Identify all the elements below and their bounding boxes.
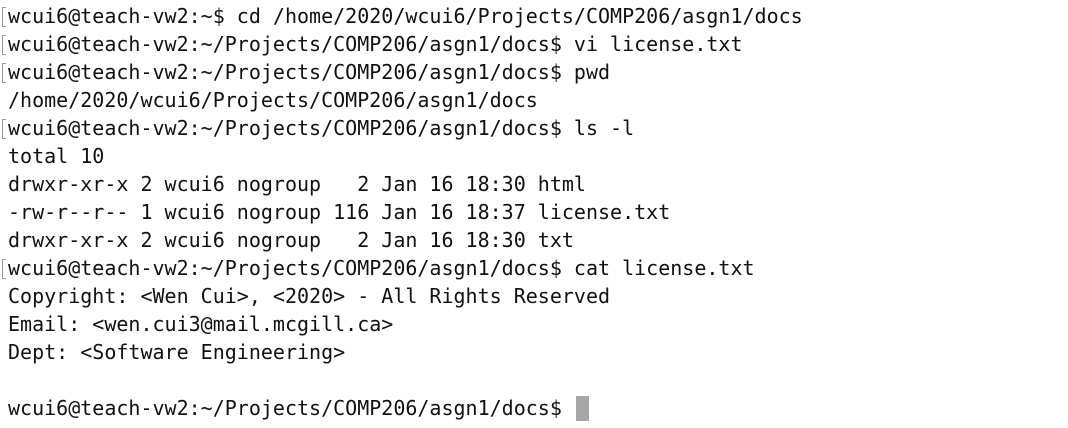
terminal-line: total 10 <box>8 144 105 168</box>
terminal-line: wcui6@teach-vw2:~$ cd /home/2020/wcui6/P… <box>0 2 1068 30</box>
terminal-window[interactable]: wcui6@teach-vw2:~$ cd /home/2020/wcui6/P… <box>0 0 1068 428</box>
terminal-line: wcui6@teach-vw2:~/Projects/COMP206/asgn1… <box>0 114 1068 142</box>
terminal-cursor <box>575 396 589 421</box>
terminal-line: Dept: <Software Engineering> <box>8 340 346 364</box>
terminal-line: Email: <wen.cui3@mail.mcgill.ca> <box>8 312 394 336</box>
terminal-line: /home/2020/wcui6/Projects/COMP206/asgn1/… <box>8 88 538 112</box>
terminal-line: drwxr-xr-x 2 wcui6 nogroup 2 Jan 16 18:3… <box>8 228 574 252</box>
terminal-prompt: wcui6@teach-vw2:~/Projects/COMP206/asgn1… <box>8 396 574 420</box>
terminal-line: drwxr-xr-x 2 wcui6 nogroup 2 Jan 16 18:3… <box>8 172 586 196</box>
terminal-prompt-line[interactable]: wcui6@teach-vw2:~/Projects/COMP206/asgn1… <box>0 394 1068 422</box>
terminal-line: Copyright: <Wen Cui>, <2020> - All Right… <box>8 284 611 308</box>
terminal-line: -rw-r--r-- 1 wcui6 nogroup 116 Jan 16 18… <box>8 200 671 224</box>
terminal-line: wcui6@teach-vw2:~/Projects/COMP206/asgn1… <box>0 58 1068 86</box>
terminal-line: wcui6@teach-vw2:~/Projects/COMP206/asgn1… <box>0 30 1068 58</box>
terminal-line: wcui6@teach-vw2:~/Projects/COMP206/asgn1… <box>0 254 1068 282</box>
